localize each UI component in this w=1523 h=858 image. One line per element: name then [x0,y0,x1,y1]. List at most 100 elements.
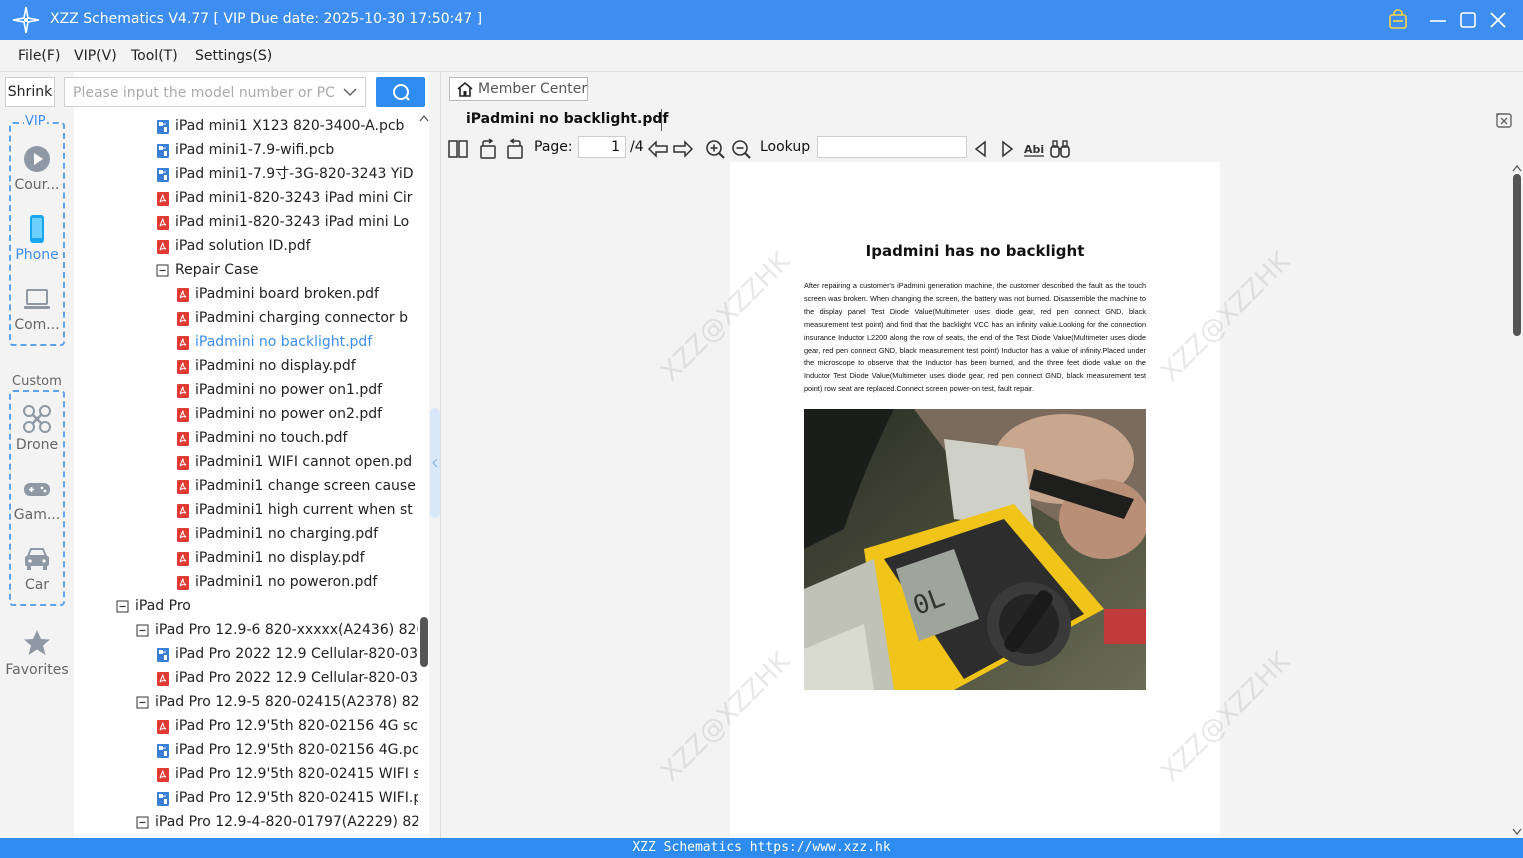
pdf-file-icon [157,768,169,782]
pdf-file-icon [157,720,169,734]
pdf-scrollbar[interactable] [1511,162,1523,838]
find-next-icon[interactable] [996,138,1018,160]
tree-item-label: iPadmini no display.pdf [195,358,356,374]
page-number-input[interactable] [578,136,626,158]
tree-file[interactable]: iPadmini no power on2.pdf [74,402,418,426]
tree-folder[interactable]: iPad Pro 12.9-6 820-xxxxx(A2436) 820 [74,618,418,642]
tree-folder[interactable]: iPad Pro [74,594,418,618]
menu-file[interactable]: File(F) [18,48,60,64]
vip-bag-icon[interactable] [1386,8,1410,32]
maximize-icon[interactable] [1456,8,1480,32]
tree-file[interactable]: iPadmini1 WIFI cannot open.pd [74,450,418,474]
two-page-view-icon[interactable] [447,138,469,160]
tree-file[interactable]: iPad Pro 12.9'5th 820-02415 WIFI.p [74,786,418,810]
menu-vip[interactable]: VIP(V) [74,48,117,64]
tree-file[interactable]: iPadmini1 change screen cause [74,474,418,498]
scroll-up-icon[interactable] [419,114,429,122]
tree-folder[interactable]: iPad Pro 12.9-4-820-01797(A2229) 82 [74,810,418,834]
pdf-canvas[interactable]: Ipadmini has no backlight After repairin… [441,162,1511,838]
tree-file[interactable]: iPad mini1-7.9寸-3G-820-3243 YiD [74,162,418,186]
member-center-button[interactable]: Member Center [449,77,588,101]
tree-file[interactable]: iPad Pro 2022 12.9 Cellular-820-03 [74,642,418,666]
rail-item-computer[interactable]: Com... [0,284,74,336]
shrink-button[interactable]: Shrink [5,77,55,107]
panel-splitter[interactable] [429,72,441,838]
rail-item-car[interactable]: Car [0,544,74,596]
rail-item-favorites[interactable]: Favorites [0,628,74,680]
rail-item-drone[interactable]: Drone [0,404,74,456]
tree-file[interactable]: iPadmini1 high current when st [74,498,418,522]
window-title: XZZ Schematics V4.77 [ VIP Due date: 202… [50,11,483,27]
pdf-toolbar: Page: /4 Lookup Abi [441,134,1523,162]
collapse-minus-icon[interactable] [116,599,130,614]
tree-file[interactable]: iPadmini1 no display.pdf [74,546,418,570]
binoculars-icon[interactable] [1049,138,1071,160]
star-icon [24,630,50,655]
zoom-out-icon[interactable] [730,138,752,160]
rotate-right-icon[interactable] [504,138,526,160]
tree-file[interactable]: iPad Pro 12.9'5th 820-02156 4G.pcb [74,738,418,762]
rail-item-phone[interactable]: Phone [0,214,74,266]
collapse-panel-handle[interactable] [430,408,440,518]
collapse-minus-icon[interactable] [156,263,170,278]
close-icon[interactable] [1486,8,1510,32]
zoom-in-icon[interactable] [704,138,726,160]
tree-file[interactable]: iPadmini charging connector b [74,306,418,330]
tree-scrollbar-thumb[interactable] [420,617,428,667]
pcb-file-icon [157,168,169,182]
previous-page-icon[interactable] [647,138,669,160]
model-search-box[interactable] [64,77,366,107]
scroll-down-icon[interactable] [1512,828,1522,836]
tree-file[interactable]: iPadmini1 no charging.pdf [74,522,418,546]
vip-group-label: VIP [24,114,47,129]
menu-settings[interactable]: Settings(S) [195,48,272,64]
rail-item-gamepad[interactable]: Gam... [0,474,74,526]
document-body: After repairing a customer's iPadmini ge… [804,281,1146,394]
tree-file[interactable]: iPad solution ID.pdf [74,234,418,258]
chevron-down-icon[interactable] [343,86,357,98]
tree-file[interactable]: iPad mini1-820-3243 iPad mini Lo [74,210,418,234]
tree-folder[interactable]: iPad Pro 12.9-5 820-02415(A2378) 820 [74,690,418,714]
tree-item-label: iPadmini no backlight.pdf [195,334,373,350]
scroll-up-icon[interactable] [1512,164,1522,172]
tree-item-label: iPadmini1 WIFI cannot open.pd [195,454,413,470]
find-previous-icon[interactable] [970,138,992,160]
chevron-left-icon [432,458,438,468]
tree-file[interactable]: iPadmini no display.pdf [74,354,418,378]
tree-item-label: iPad mini1-820-3243 iPad mini Lo [175,214,410,230]
collapse-minus-icon[interactable] [136,623,150,638]
tree-file[interactable]: iPadmini no touch.pdf [74,426,418,450]
collapse-minus-icon[interactable] [136,815,150,830]
tree-folder[interactable]: Repair Case [74,258,418,282]
tree-item-label: iPadmini board broken.pdf [195,286,379,302]
search-button[interactable] [376,77,425,107]
tree-file[interactable]: iPadmini no power on1.pdf [74,378,418,402]
tree-file[interactable]: iPad mini1 X123 820-3400-A.pcb [74,114,418,138]
tree-file[interactable]: iPadmini board broken.pdf [74,282,418,306]
tree-file[interactable]: iPad mini1-7.9-wifi.pcb [74,138,418,162]
rail-item-label: Gam... [13,507,61,523]
tree-file[interactable]: iPad Pro 12.9'5th 820-02415 WIFI s [74,762,418,786]
lookup-input[interactable] [817,136,967,158]
collapse-minus-icon[interactable] [136,695,150,710]
pdf-scrollbar-thumb[interactable] [1513,174,1521,336]
tree-file[interactable]: iPad Pro 2022 12.9 Cellular-820-03 [74,666,418,690]
minimize-icon[interactable] [1426,8,1450,32]
pdf-file-icon [177,312,189,326]
tree-item-label: iPadmini charging connector b [195,310,409,326]
lookup-label: Lookup [760,139,811,155]
tree-file[interactable]: iPadmini1 no poweron.pdf [74,570,418,594]
rail-item-courses[interactable]: Cour... [0,144,74,196]
model-tree: iPad mini1 X123 820-3400-A.pcb iPad mini1… [74,112,418,838]
tree-item-label: iPadmini1 no charging.pdf [195,526,379,542]
tab-document[interactable]: iPadmini no backlight.pdf [453,106,668,134]
menu-tool[interactable]: Tool(T) [131,48,178,64]
rotate-left-icon[interactable] [477,138,499,160]
tree-file[interactable]: iPadmini no backlight.pdf [74,330,418,354]
next-page-icon[interactable] [672,138,694,160]
close-tab-icon[interactable] [1494,110,1514,130]
tree-file[interactable]: iPad Pro 12.9'5th 820-02156 4G sch [74,714,418,738]
model-search-input[interactable] [73,83,335,103]
match-case-icon[interactable]: Abi [1023,138,1045,160]
tree-file[interactable]: iPad mini1-820-3243 iPad mini Cir [74,186,418,210]
